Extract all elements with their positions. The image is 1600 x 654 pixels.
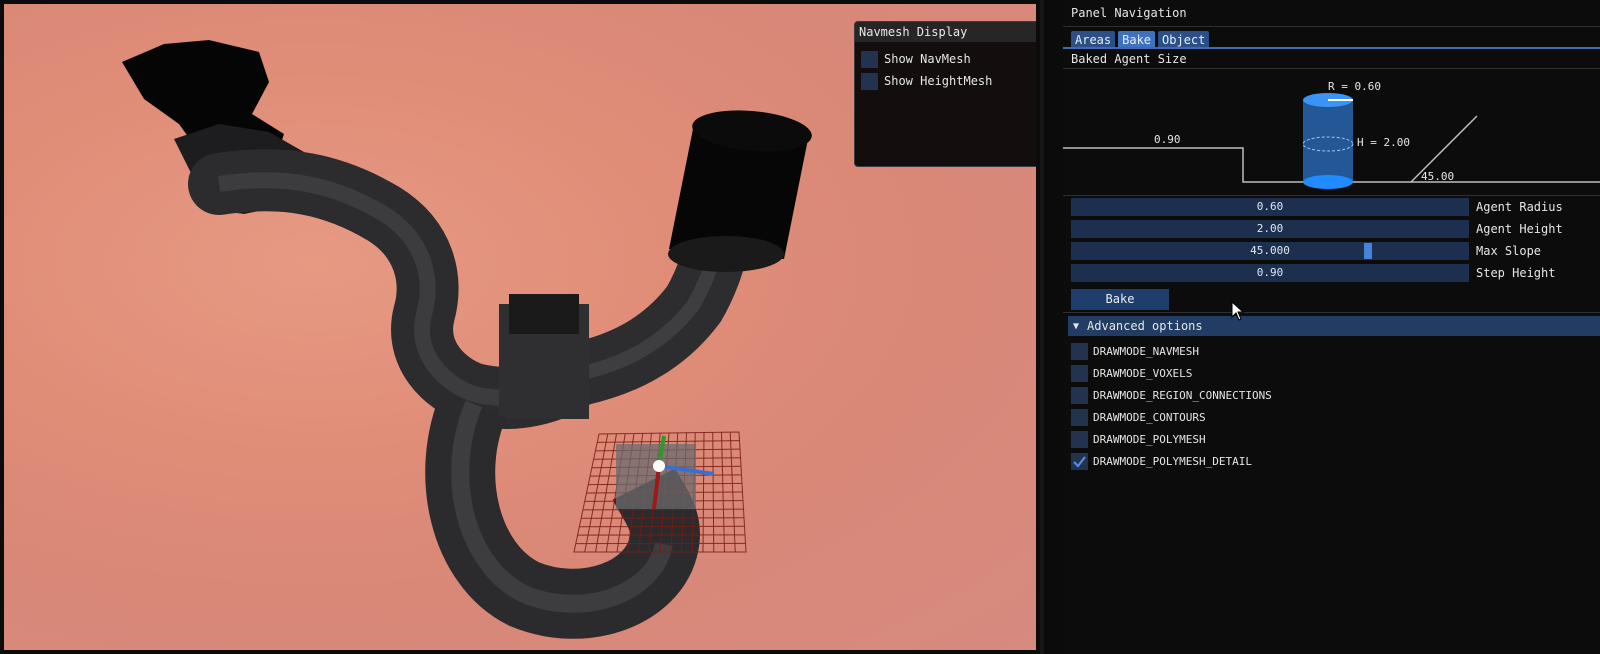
- mouse-cursor-icon: [1231, 301, 1245, 321]
- bake-button[interactable]: Bake: [1071, 289, 1169, 310]
- agent-height-label: Agent Height: [1476, 222, 1563, 236]
- 3d-viewport[interactable]: Navmesh Display Show NavMesh Show Height…: [4, 4, 1036, 650]
- agent-radius-label: Agent Radius: [1476, 200, 1563, 214]
- agent-size-diagram: 0.90 45.00 R = 0.60 H = 2.00: [1063, 80, 1600, 189]
- splitter[interactable]: [1040, 0, 1044, 654]
- divider: [1063, 312, 1600, 313]
- panel-title: Panel Navigation: [1071, 6, 1187, 20]
- drawmode-label: DRAWMODE_REGION_CONNECTIONS: [1093, 388, 1272, 402]
- navmesh-display-window[interactable]: Navmesh Display Show NavMesh Show Height…: [854, 21, 1036, 167]
- agent-cylinder-bottom: [1303, 175, 1353, 189]
- drawmode-option[interactable]: DRAWMODE_POLYMESH_DETAIL: [1071, 451, 1252, 471]
- cylinder-bottom: [668, 236, 784, 272]
- step-height-input[interactable]: 0.90: [1071, 264, 1469, 282]
- show-navmesh-label: Show NavMesh: [884, 52, 971, 66]
- drawmode-checkbox[interactable]: [1071, 386, 1088, 404]
- show-heightmesh-checkbox[interactable]: [861, 72, 878, 90]
- drawmode-label: DRAWMODE_CONTOURS: [1093, 410, 1206, 424]
- drawmode-label: DRAWMODE_POLYMESH: [1093, 432, 1206, 446]
- agent-radius-row: 0.60 Agent Radius: [1071, 198, 1563, 216]
- drawmode-checkbox[interactable]: [1071, 364, 1088, 382]
- max-slope-row: 45.000 Max Slope: [1071, 242, 1541, 260]
- baked-agent-size-label: Baked Agent Size: [1071, 52, 1187, 66]
- checkmark-icon: [1073, 455, 1086, 468]
- agent-radius-input[interactable]: 0.60: [1071, 198, 1469, 216]
- agent-cylinder-body: [1303, 100, 1353, 182]
- advanced-options-label: Advanced options: [1087, 319, 1203, 333]
- drawmode-label: DRAWMODE_NAVMESH: [1093, 344, 1199, 358]
- step-height-row: 0.90 Step Height: [1071, 264, 1555, 282]
- slider-grab[interactable]: [1363, 243, 1372, 259]
- tab-underline: [1063, 47, 1600, 49]
- show-heightmesh-option[interactable]: Show HeightMesh: [861, 70, 1036, 92]
- navmesh-display-title[interactable]: Navmesh Display: [855, 22, 1036, 42]
- divider: [1063, 68, 1600, 69]
- drawmode-option[interactable]: DRAWMODE_NAVMESH: [1071, 341, 1199, 361]
- advanced-options-header[interactable]: ▼ Advanced options: [1068, 316, 1600, 336]
- divider: [1063, 26, 1600, 27]
- drawmode-checkbox[interactable]: [1071, 430, 1088, 448]
- drawmode-checkbox[interactable]: [1071, 342, 1088, 360]
- drawmode-label: DRAWMODE_VOXELS: [1093, 366, 1193, 380]
- junction-block: [509, 294, 579, 334]
- drawmode-option[interactable]: DRAWMODE_POLYMESH: [1071, 429, 1206, 449]
- radius-label: R = 0.60: [1328, 80, 1381, 93]
- drawmode-label: DRAWMODE_POLYMESH_DETAIL: [1093, 454, 1252, 468]
- drawmode-option[interactable]: DRAWMODE_REGION_CONNECTIONS: [1071, 385, 1272, 405]
- drawmode-option[interactable]: DRAWMODE_VOXELS: [1071, 363, 1192, 383]
- drawmode-checkbox[interactable]: [1071, 408, 1088, 426]
- collapse-arrow-icon: ▼: [1073, 320, 1080, 332]
- step-height-label: Step Height: [1476, 266, 1556, 280]
- drawmode-option[interactable]: DRAWMODE_CONTOURS: [1071, 407, 1206, 427]
- navigation-panel: Panel Navigation Areas Bake Object Baked…: [1063, 0, 1600, 654]
- max-slope-label: Max Slope: [1476, 244, 1542, 258]
- show-navmesh-option[interactable]: Show NavMesh: [861, 48, 1036, 70]
- step-height-label: 0.90: [1154, 133, 1181, 146]
- agent-height-input[interactable]: 2.00: [1071, 220, 1469, 238]
- max-slope-slider[interactable]: 45.000: [1071, 242, 1469, 260]
- height-label: H = 2.00: [1357, 136, 1410, 149]
- drawmode-checkbox[interactable]: [1071, 452, 1088, 470]
- gizmo-center: [653, 460, 665, 472]
- divider: [1063, 195, 1600, 196]
- show-navmesh-checkbox[interactable]: [861, 50, 878, 68]
- slope-label: 45.00: [1421, 170, 1454, 183]
- max-slope-value: 45.000: [1250, 244, 1290, 257]
- show-heightmesh-label: Show HeightMesh: [884, 74, 993, 88]
- agent-height-row: 2.00 Agent Height: [1071, 220, 1563, 238]
